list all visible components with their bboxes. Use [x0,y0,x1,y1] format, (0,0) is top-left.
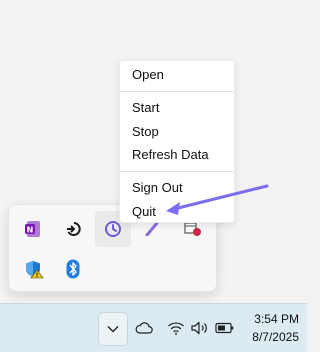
svg-text:N: N [27,226,34,235]
chevron-down-icon [107,326,119,333]
menu-separator [120,171,234,172]
speaker-icon[interactable] [189,318,211,338]
context-menu: Open Start Stop Refresh Data Sign Out Qu… [119,60,235,223]
menu-item-open[interactable]: Open [120,64,234,86]
bluetooth-icon[interactable] [55,251,91,287]
clock-date: 8/7/2025 [252,330,299,344]
menu-item-refresh-data[interactable]: Refresh Data [120,144,234,166]
security-shield-warning-icon[interactable] [16,251,52,287]
system-clock[interactable]: 3:54 PM 8/7/2025 [252,310,299,346]
menu-item-sign-out[interactable]: Sign Out [120,177,234,199]
menu-item-start[interactable]: Start [120,97,234,119]
battery-icon[interactable] [214,318,236,338]
clock-time: 3:54 PM [254,312,299,326]
cloud-icon[interactable] [134,318,154,338]
taskbar: 3:54 PM 8/7/2025 [0,303,307,352]
sync-arrow-icon[interactable] [56,211,92,247]
wifi-icon[interactable] [166,318,186,338]
menu-item-quit[interactable]: Quit [120,201,234,223]
menu-item-stop[interactable]: Stop [120,121,234,143]
onenote-icon[interactable]: N [15,211,51,247]
tray-overflow-button[interactable] [98,312,128,346]
menu-separator [120,91,234,92]
